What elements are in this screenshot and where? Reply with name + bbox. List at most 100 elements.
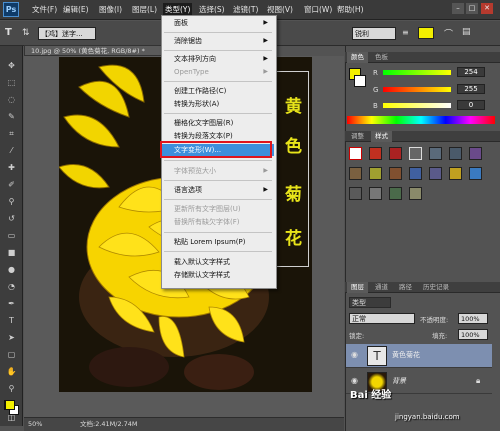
menu-item-panel[interactable]: 面板 ▶ [162,17,274,29]
style-swatch[interactable] [449,167,462,180]
dodge-tool-icon[interactable]: ◔ [6,281,17,292]
style-swatch[interactable] [369,187,382,200]
close-button[interactable]: ✕ [481,3,493,14]
menu-item-antialias[interactable]: 消除锯齿 ▶ [162,35,274,47]
path-select-tool-icon[interactable]: ➤ [6,332,17,343]
r-slider[interactable] [383,70,451,75]
style-swatch[interactable] [369,167,382,180]
zoom-level[interactable]: 50% [28,418,42,431]
opacity-input[interactable]: 100% [458,313,488,324]
layer-kind-filter[interactable]: 类型 [349,297,391,308]
quick-select-tool-icon[interactable]: ✎ [6,111,17,122]
blur-tool-icon[interactable]: ● [6,264,17,275]
tab-adjustments[interactable]: 调整 [347,131,368,142]
tab-layers[interactable]: 图层 [347,282,368,293]
menu-item-create-work-path[interactable]: 创建工作路径(C) [162,85,274,97]
gradient-tool-icon[interactable]: ■ [6,247,17,258]
visibility-eye-icon[interactable]: ◉ [351,377,361,385]
brush-tool-icon[interactable]: ✐ [6,179,17,190]
marquee-tool-icon[interactable]: ⬚ [6,77,17,88]
eyedropper-tool-icon[interactable]: ⁄ [6,145,17,156]
style-swatch[interactable] [389,187,402,200]
menu-item-replace-missing-fonts[interactable]: 替换所有缺欠字体(F) [162,216,274,228]
healing-brush-tool-icon[interactable]: ✚ [6,162,17,173]
menu-item-load-default-styles[interactable]: 载入默认文字样式 [162,256,274,268]
style-swatch[interactable] [429,147,442,160]
style-none-swatch[interactable] [349,147,362,160]
zoom-tool-icon[interactable]: ⚲ [6,383,17,394]
menu-item-opentype[interactable]: OpenType ▶ [162,66,274,78]
crop-tool-icon[interactable]: ⌗ [6,128,17,139]
character-panel-icon[interactable]: ▤ [462,27,471,37]
r-value[interactable]: 254 [457,67,485,77]
text-color-swatch[interactable] [418,27,434,39]
shape-tool-icon[interactable]: ▢ [6,349,17,360]
menu-item-label: 面板 [174,19,188,27]
color-spectrum-bar[interactable] [347,116,495,124]
eraser-tool-icon[interactable]: ▭ [6,230,17,241]
clone-stamp-tool-icon[interactable]: ⚲ [6,196,17,207]
layer-name[interactable]: 黄色菊花 [392,350,420,360]
menu-layer[interactable]: 图层(L) [130,3,159,17]
layer-row-text[interactable]: ◉ T 黄色菊花 [346,344,492,368]
align-icon[interactable]: ≡ [402,28,409,37]
layer-name[interactable]: 背景 [392,376,406,386]
menu-item-update-all-text-layers[interactable]: 更新所有文字图层(U) [162,203,274,215]
tab-history[interactable]: 历史记录 [419,282,453,293]
menu-image[interactable]: 图像(I) [97,3,124,17]
tab-paths[interactable]: 路径 [395,282,416,293]
b-slider[interactable] [383,103,451,108]
b-value[interactable]: 0 [457,100,485,110]
menu-item-label: 转换为形状(A) [174,100,220,108]
vertical-text-char: 色 [285,137,302,157]
tab-channels[interactable]: 通道 [371,282,392,293]
hand-tool-icon[interactable]: ✋ [6,366,17,377]
color-bg-swatch[interactable] [354,75,366,87]
menu-item-text-orientation[interactable]: 文本排列方向 ▶ [162,53,274,65]
menu-item-font-preview-size[interactable]: 字体预览大小 ▶ [162,165,274,177]
menu-file[interactable]: 文件(F) [30,3,59,17]
style-swatch[interactable] [349,187,362,200]
move-tool-icon[interactable]: ✥ [6,60,17,71]
visibility-eye-icon[interactable]: ◉ [351,351,361,359]
menu-item-paste-lorem-ipsum[interactable]: 粘贴 Lorem Ipsum(P) [162,236,274,248]
orientation-toggle-icon[interactable]: ⇅ [22,28,30,38]
foreground-color-swatch[interactable] [5,400,15,410]
font-family-select[interactable]: 【鸿】迷字... [38,27,96,40]
antialias-select[interactable]: 锐利 [352,27,396,40]
menu-item-convert-to-shape[interactable]: 转换为形状(A) [162,98,274,110]
style-swatch[interactable] [469,167,482,180]
tab-styles[interactable]: 样式 [371,131,392,142]
menu-item-rasterize[interactable]: 栅格化文字图层(R) [162,117,274,129]
style-swatch[interactable] [349,167,362,180]
tab-color[interactable]: 颜色 [347,52,368,63]
menu-window[interactable]: 窗口(W) [302,3,334,17]
style-swatch[interactable] [409,187,422,200]
style-swatch[interactable] [469,147,482,160]
style-swatch[interactable] [389,147,402,160]
g-value[interactable]: 255 [457,84,485,94]
style-swatch[interactable] [409,147,422,160]
style-swatch[interactable] [369,147,382,160]
menu-item-language-options[interactable]: 语言选项 ▶ [162,184,274,196]
style-swatch[interactable] [449,147,462,160]
type-tool-button-icon[interactable]: T [6,315,17,326]
menu-item-label: 字体预览大小 [174,167,216,175]
history-brush-tool-icon[interactable]: ↺ [6,213,17,224]
style-swatch[interactable] [409,167,422,180]
menu-help[interactable]: 帮助(H) [335,3,366,17]
menu-item-save-default-styles[interactable]: 存储默认文字样式 [162,269,274,281]
tab-swatches[interactable]: 色板 [371,52,392,63]
style-swatch[interactable] [389,167,402,180]
pen-tool-icon[interactable]: ✒ [6,298,17,309]
document-tab[interactable]: 10.jpg @ 50% (黄色菊花, RGB/8#) * [24,45,164,56]
maximize-button[interactable]: □ [466,3,478,14]
lasso-tool-icon[interactable]: ◌ [6,94,17,105]
warp-text-icon[interactable]: ⌒ [444,27,453,40]
blend-mode-select[interactable]: 正常 [349,313,415,324]
style-swatch[interactable] [429,167,442,180]
fill-input[interactable]: 100% [458,329,488,340]
menu-edit[interactable]: 编辑(E) [61,3,91,17]
g-slider[interactable] [383,87,451,92]
minimize-button[interactable]: – [452,3,464,14]
